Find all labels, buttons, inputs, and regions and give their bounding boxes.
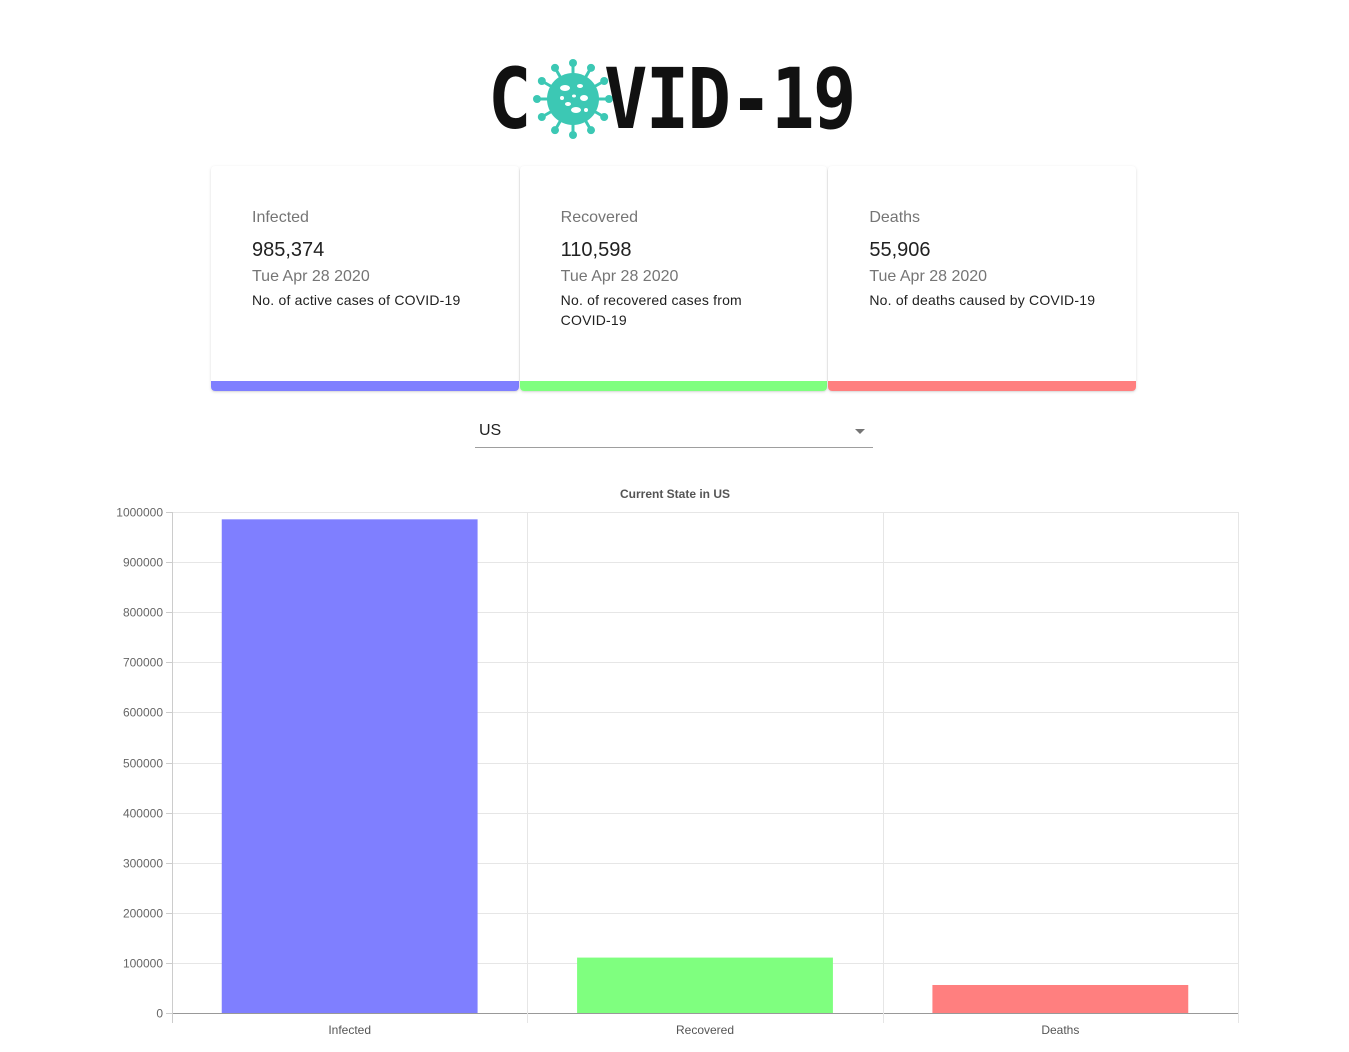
recovered-title: Recovered bbox=[560, 209, 639, 226]
y-tick-label: 600000 bbox=[123, 706, 163, 720]
x-tick-label: Deaths bbox=[1041, 1023, 1079, 1037]
deaths-date: Tue Apr 28 2020 bbox=[869, 268, 988, 285]
infected-color-bar bbox=[211, 381, 519, 391]
page: C VID-19 Infected 985,374 Tue Apr 28 202… bbox=[0, 0, 1349, 1052]
y-tick-label: 100000 bbox=[123, 957, 163, 971]
infected-title: Infected bbox=[252, 209, 309, 226]
deaths-value: 55,906 bbox=[869, 239, 931, 261]
y-tick-label: 900000 bbox=[123, 556, 163, 570]
stats-cards: Infected 985,374 Tue Apr 28 2020 No. of … bbox=[211, 166, 1137, 391]
recovered-card: Recovered 110,598 Tue Apr 28 2020 No. of… bbox=[519, 166, 828, 391]
chevron-down-icon[interactable] bbox=[855, 429, 865, 434]
bar-recovered[interactable] bbox=[577, 957, 833, 1013]
y-tick-label: 700000 bbox=[123, 656, 163, 670]
y-tick-label: 200000 bbox=[123, 907, 163, 921]
country-select-value: US bbox=[479, 422, 502, 439]
chart-title: Current State in US bbox=[620, 487, 730, 501]
y-tick-label: 1000000 bbox=[116, 506, 163, 520]
bar-chart: 0 100000 200000 300000 400000 500000 600000 700… bbox=[116, 487, 1239, 1037]
y-tick-label: 400000 bbox=[123, 807, 163, 821]
deaths-title: Deaths bbox=[869, 209, 921, 226]
y-tick-label: 500000 bbox=[123, 757, 163, 771]
deaths-color-bar bbox=[828, 381, 1137, 391]
country-select[interactable]: US bbox=[475, 416, 873, 448]
recovered-color-bar bbox=[519, 381, 828, 391]
recovered-description: No. of recovered cases from COVID-19 bbox=[560, 292, 742, 328]
x-tick-label: Infected bbox=[328, 1023, 371, 1037]
infected-description: No. of active cases of COVID-19 bbox=[252, 292, 461, 308]
y-tick-label: 0 bbox=[156, 1007, 163, 1021]
recovered-date: Tue Apr 28 2020 bbox=[560, 268, 679, 285]
infected-value: 985,374 bbox=[252, 239, 325, 261]
virus-icon bbox=[533, 59, 613, 139]
bar-deaths[interactable] bbox=[932, 984, 1189, 1013]
infected-card: Infected 985,374 Tue Apr 28 2020 No. of … bbox=[211, 166, 519, 391]
x-tick-label: Recovered bbox=[676, 1023, 734, 1037]
logo-text-rest: VID-19 bbox=[604, 50, 856, 148]
deaths-card: Deaths 55,906 Tue Apr 28 2020 No. of dea… bbox=[828, 166, 1137, 391]
recovered-value: 110,598 bbox=[560, 239, 632, 261]
y-tick-label: 300000 bbox=[123, 857, 163, 871]
logo-text-c: C bbox=[488, 50, 531, 148]
bar-infected[interactable] bbox=[221, 519, 478, 1013]
infected-date: Tue Apr 28 2020 bbox=[252, 268, 370, 285]
y-tick-label: 800000 bbox=[123, 606, 163, 620]
deaths-description: No. of deaths caused by COVID-19 bbox=[869, 292, 1096, 308]
